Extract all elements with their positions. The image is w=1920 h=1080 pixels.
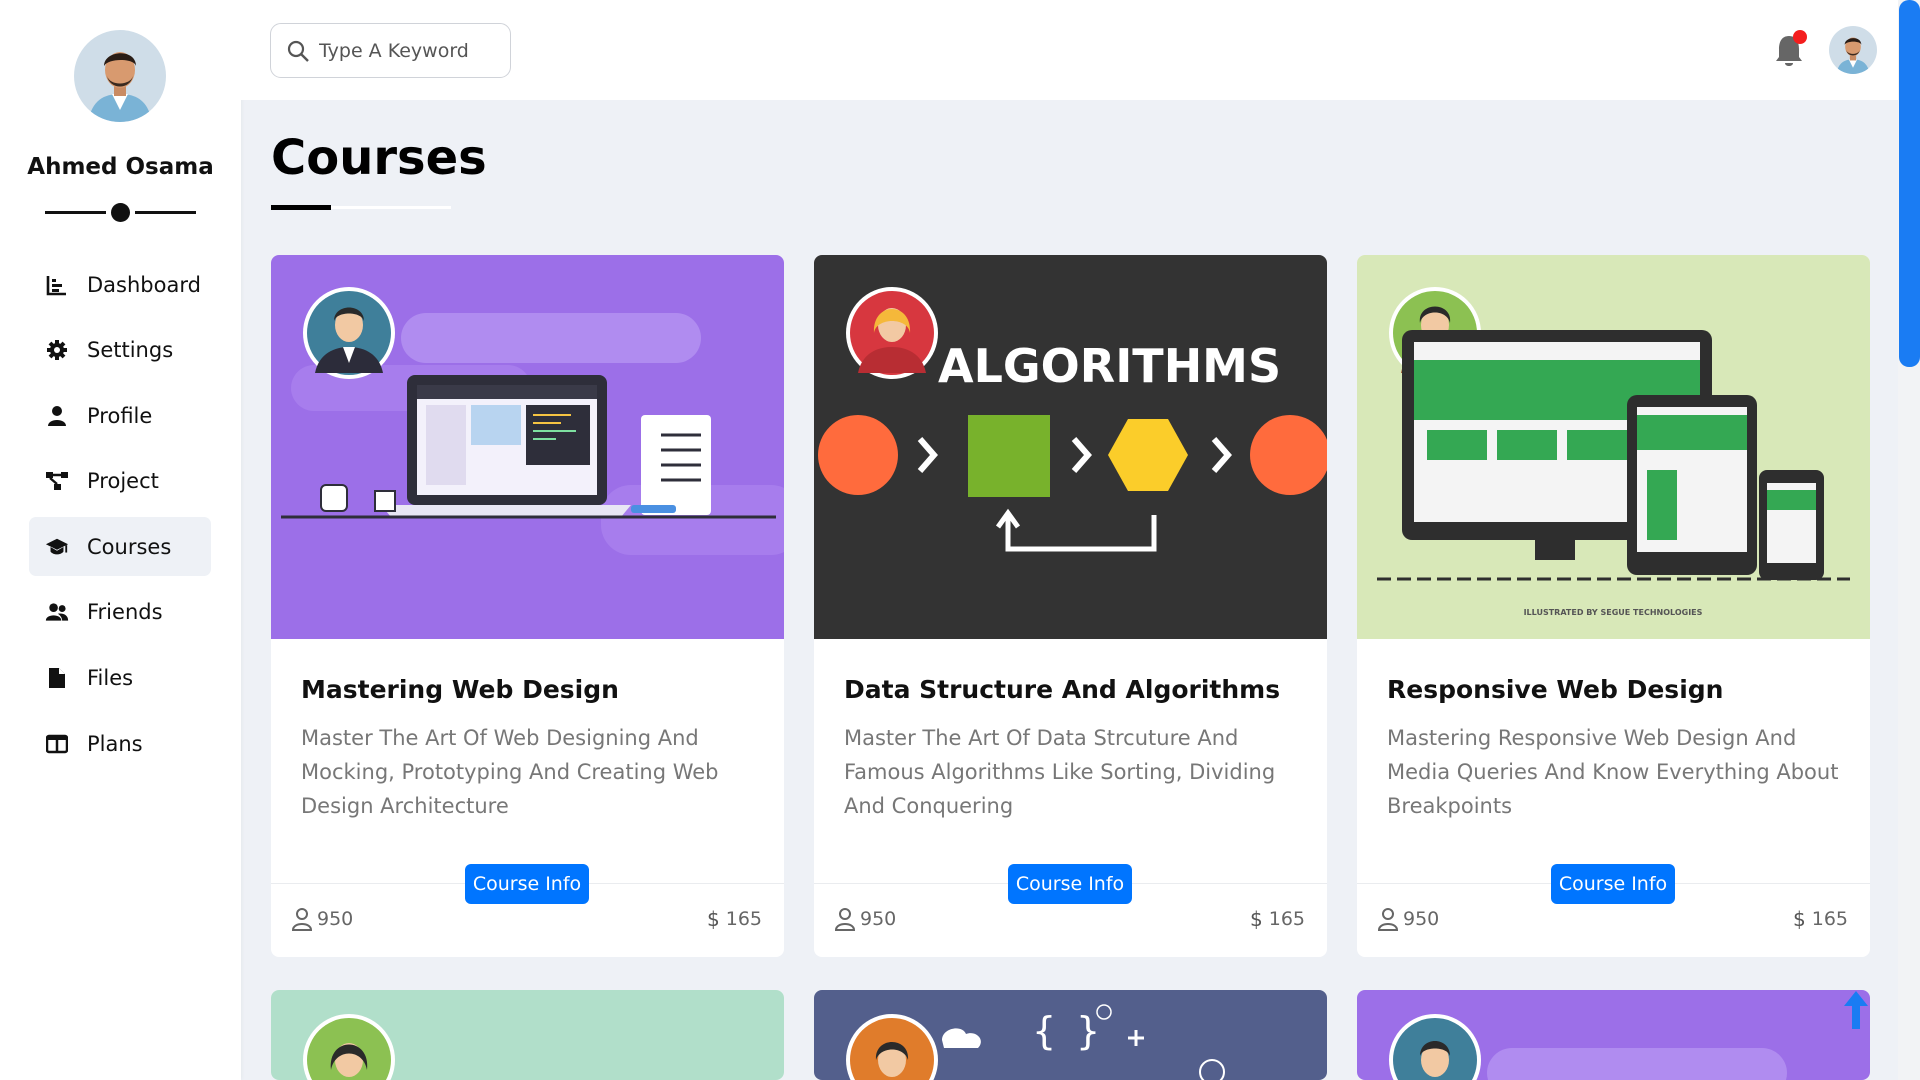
arrow-up-icon bbox=[1844, 991, 1868, 1029]
course-card: Mastering Web Design Master The Art Of W… bbox=[271, 255, 784, 957]
course-card bbox=[271, 990, 784, 1080]
sidebar-item-label: Friends bbox=[87, 600, 163, 625]
notification-badge bbox=[1793, 30, 1807, 44]
page-scrollbar[interactable] bbox=[1898, 0, 1920, 1080]
course-cover-image: ILLUSTRATED BY SEGUE TECHNOLOGIES bbox=[1357, 255, 1870, 639]
course-title: Mastering Web Design bbox=[301, 675, 619, 704]
sidebar-item-friends[interactable]: Friends bbox=[29, 583, 211, 642]
students-count: 950 bbox=[1377, 907, 1439, 931]
course-price: $ 165 bbox=[1793, 907, 1848, 931]
dollar-icon: $ bbox=[707, 907, 720, 931]
course-description: Master The Art Of Web Designing And Mock… bbox=[301, 726, 719, 818]
sidebar-item-label: Profile bbox=[87, 403, 153, 428]
students-count: 950 bbox=[834, 907, 896, 931]
sidebar-nav: Dashboard Settings Profile Project Cours… bbox=[29, 255, 211, 780]
course-info-button[interactable]: Course Info bbox=[465, 864, 589, 904]
svg-text:}: } bbox=[1076, 1009, 1100, 1053]
course-price: $ 165 bbox=[1250, 907, 1305, 931]
notifications-button[interactable] bbox=[1774, 30, 1807, 69]
course-cover-image: ALGORITHMS bbox=[814, 255, 1327, 639]
search-icon bbox=[286, 39, 310, 63]
scrollbar-thumb[interactable] bbox=[1899, 0, 1920, 367]
sidebar-item-courses[interactable]: Courses bbox=[29, 517, 211, 577]
search-input[interactable] bbox=[319, 39, 489, 62]
diagram-icon bbox=[45, 469, 69, 493]
course-price: $ 165 bbox=[707, 907, 762, 931]
course-title: Responsive Web Design bbox=[1387, 675, 1724, 704]
user-icon bbox=[45, 404, 69, 428]
sidebar-item-label: Settings bbox=[87, 338, 174, 363]
course-cover-image bbox=[271, 990, 784, 1080]
top-header bbox=[241, 0, 1898, 100]
course-cover-image bbox=[1357, 990, 1870, 1080]
course-description: Mastering Responsive Web Design And Medi… bbox=[1387, 726, 1839, 818]
page-title: Courses bbox=[271, 130, 487, 186]
name-divider bbox=[45, 202, 196, 222]
graduation-cap-icon bbox=[45, 535, 69, 559]
gear-icon bbox=[45, 338, 69, 362]
users-icon bbox=[45, 600, 69, 624]
sidebar-item-files[interactable]: Files bbox=[29, 649, 211, 708]
dollar-icon: $ bbox=[1793, 907, 1806, 931]
search-box[interactable] bbox=[270, 23, 511, 78]
avatar[interactable] bbox=[74, 30, 166, 122]
students-value: 950 bbox=[317, 908, 354, 930]
sidebar-item-label: Project bbox=[87, 469, 159, 494]
sidebar-item-label: Dashboard bbox=[87, 272, 201, 297]
cover-text: ALGORITHMS bbox=[938, 339, 1281, 393]
course-card: ILLUSTRATED BY SEGUE TECHNOLOGIES Respon… bbox=[1357, 255, 1870, 957]
course-info-button[interactable]: Course Info bbox=[1551, 864, 1675, 904]
course-card: ALGORITHMS Data Structure And Algorithms… bbox=[814, 255, 1327, 957]
course-description: Master The Art Of Data Strcuture And Fam… bbox=[844, 726, 1276, 818]
user-outline-icon bbox=[834, 908, 856, 931]
sidebar-item-project[interactable]: Project bbox=[29, 452, 211, 511]
sidebar-item-label: Courses bbox=[87, 534, 172, 559]
columns-icon bbox=[45, 732, 69, 756]
sidebar-item-profile[interactable]: Profile bbox=[29, 386, 211, 445]
course-info-button[interactable]: Course Info bbox=[1008, 864, 1132, 904]
sidebar-item-plans[interactable]: Plans bbox=[29, 714, 211, 773]
students-count: 950 bbox=[291, 907, 353, 931]
user-outline-icon bbox=[291, 908, 313, 931]
dollar-icon: $ bbox=[1250, 907, 1263, 931]
course-cover-image bbox=[271, 255, 784, 639]
header-avatar[interactable] bbox=[1829, 26, 1877, 74]
title-underline bbox=[271, 205, 451, 210]
course-card: { } bbox=[814, 990, 1327, 1080]
sidebar-item-label: Plans bbox=[87, 731, 143, 756]
sidebar-item-label: Files bbox=[87, 666, 134, 691]
scroll-to-top-button[interactable] bbox=[1843, 990, 1869, 1030]
course-card bbox=[1357, 990, 1870, 1080]
course-cover-image: { } bbox=[814, 990, 1327, 1080]
price-value: 165 bbox=[1268, 908, 1305, 930]
students-value: 950 bbox=[1403, 908, 1440, 930]
price-value: 165 bbox=[1811, 908, 1848, 930]
price-value: 165 bbox=[725, 908, 762, 930]
sidebar: Ahmed Osama Dashboard Settings Profile P… bbox=[0, 0, 241, 1080]
user-name: Ahmed Osama bbox=[27, 154, 214, 180]
svg-text:{: { bbox=[1032, 1009, 1056, 1053]
user-outline-icon bbox=[1377, 908, 1399, 931]
course-title: Data Structure And Algorithms bbox=[844, 675, 1281, 704]
file-icon bbox=[45, 666, 69, 690]
chart-icon bbox=[45, 273, 69, 297]
sidebar-item-settings[interactable]: Settings bbox=[29, 321, 211, 380]
sidebar-item-dashboard[interactable]: Dashboard bbox=[29, 255, 211, 314]
cover-credit: ILLUSTRATED BY SEGUE TECHNOLOGIES bbox=[1524, 608, 1703, 617]
students-value: 950 bbox=[860, 908, 897, 930]
